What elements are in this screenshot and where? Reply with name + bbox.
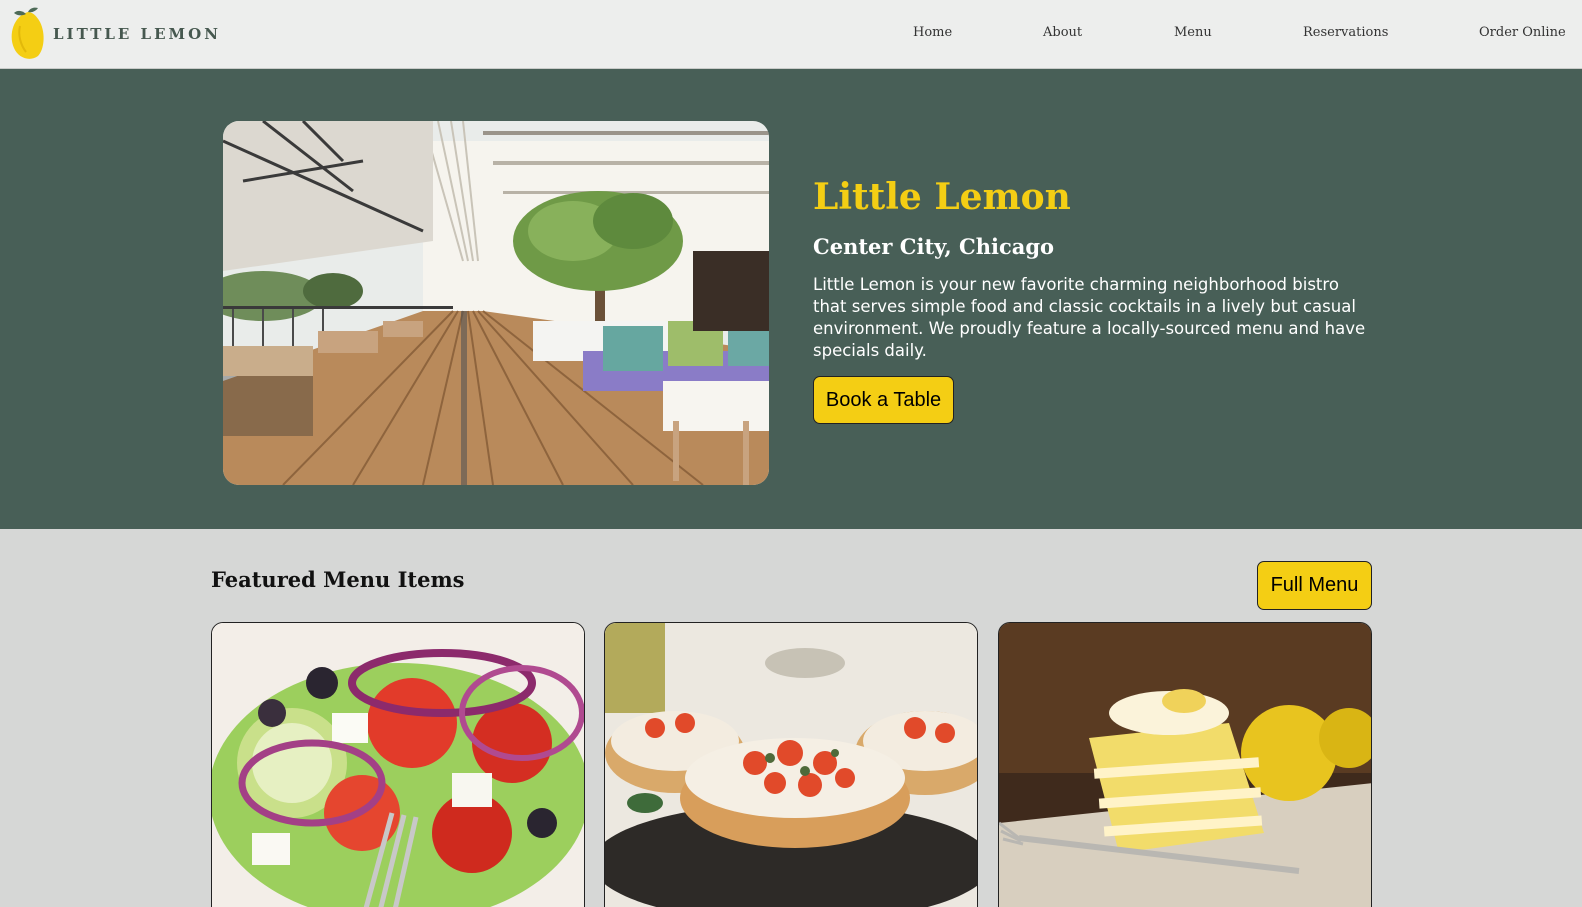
menu-card-lemon-dessert[interactable] <box>998 622 1372 907</box>
logo[interactable]: LITTLE LEMON <box>8 6 218 62</box>
top-nav: LITTLE LEMON Home About Menu Reservation… <box>0 0 1582 69</box>
menu-card-bruschetta[interactable] <box>604 622 978 907</box>
nav-link-home[interactable]: Home <box>913 25 952 40</box>
hero-description: Little Lemon is your new favorite charmi… <box>813 275 1366 360</box>
menu-card-greek-salad[interactable] <box>211 622 585 907</box>
greek-salad-image <box>212 623 584 907</box>
restaurant-terrace-image <box>223 121 769 485</box>
lemon-icon <box>11 7 44 59</box>
nav-link-reservations[interactable]: Reservations <box>1303 25 1388 40</box>
hero-section: Little Lemon Center City, Chicago Little… <box>0 69 1582 529</box>
nav-link-menu[interactable]: Menu <box>1174 25 1212 40</box>
nav-link-order-online[interactable]: Order Online <box>1479 25 1566 40</box>
lemon-dessert-image <box>999 623 1371 907</box>
hero-title: Little Lemon <box>813 176 1071 218</box>
bruschetta-image <box>605 623 977 907</box>
book-table-button[interactable]: Book a Table <box>813 376 954 424</box>
brand-name: LITTLE LEMON <box>53 25 221 43</box>
hero-subtitle: Center City, Chicago <box>813 234 1055 259</box>
nav-link-about[interactable]: About <box>1043 25 1082 40</box>
featured-menu-title: Featured Menu Items <box>211 567 465 592</box>
full-menu-button[interactable]: Full Menu <box>1257 561 1372 610</box>
